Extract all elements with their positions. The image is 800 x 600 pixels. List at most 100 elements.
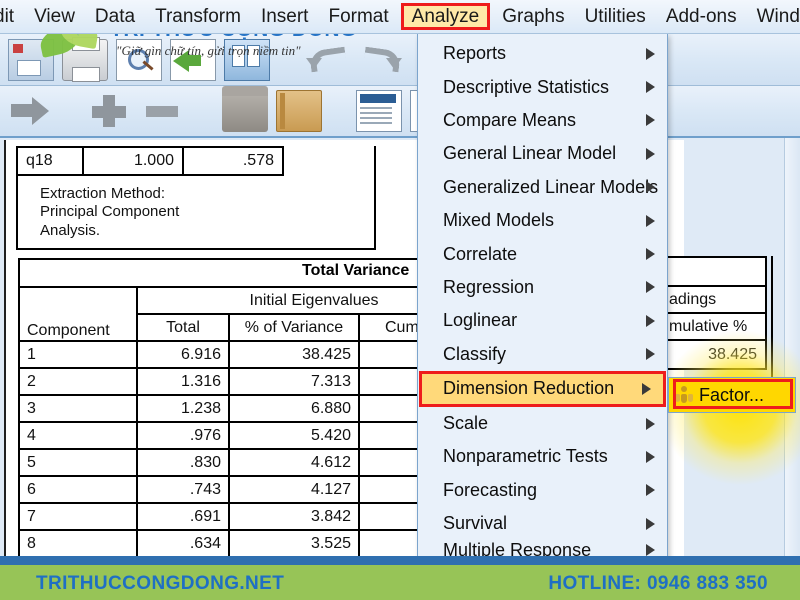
cell-pct-variance: 4.612 — [228, 448, 360, 477]
book-icon[interactable] — [276, 90, 322, 132]
menubar-item-graphs[interactable]: Graphs — [492, 5, 574, 28]
extraction-sums-table-fragment: adings mulative % 38.425 — [663, 256, 767, 370]
chevron-right-icon — [646, 450, 655, 463]
print-icon[interactable] — [62, 36, 108, 82]
menu-item-descriptive-statistics[interactable]: Descriptive Statistics — [418, 70, 667, 103]
dialog-recall-icon[interactable] — [222, 86, 268, 132]
menu-item-correlate[interactable]: Correlate — [418, 237, 667, 270]
factor-icon — [675, 386, 693, 404]
submenu-item-factor[interactable]: Factor... — [669, 378, 795, 412]
menubar-item-format[interactable]: Format — [318, 5, 398, 28]
menubar-item-label: Insert — [260, 6, 309, 27]
vertical-scrollbar[interactable] — [784, 138, 800, 556]
print-preview-icon[interactable] — [116, 38, 162, 81]
header-component: Component — [18, 286, 138, 342]
menubar-item-analyze[interactable]: Analyze — [400, 3, 491, 30]
cell-pct-variance: 5.420 — [228, 421, 360, 450]
toolbar-row-2 — [0, 86, 800, 138]
menu-item-reports[interactable]: Reports — [418, 37, 667, 70]
header-total: Total — [136, 313, 230, 342]
undo-icon[interactable] — [304, 39, 350, 81]
spss-output-window: dit View Data Transform Insert Format An… — [0, 0, 800, 600]
menu-item-label: Dimension Reduction — [443, 378, 615, 399]
cell-pct-variance: 6.880 — [228, 394, 360, 423]
cell-component: 3 — [18, 394, 138, 423]
menu-item-general-linear-model[interactable]: General Linear Model — [418, 137, 667, 170]
menubar-item-label: Data — [94, 6, 136, 27]
menubar-item-data[interactable]: Data — [85, 5, 145, 28]
menu-item-regression[interactable]: Regression — [418, 271, 667, 304]
cell-component: 5 — [18, 448, 138, 477]
cell-component: 4 — [18, 421, 138, 450]
menubar-item-window[interactable]: Window — [747, 5, 800, 28]
chevron-right-icon — [646, 417, 655, 430]
menu-item-label: Reports — [443, 43, 507, 64]
cell-component: 2 — [18, 367, 138, 396]
cell-component: 1 — [18, 340, 138, 369]
extraction-method-note: Extraction Method: Principal Component A… — [40, 185, 180, 239]
cell-component: 6 — [18, 475, 138, 504]
menubar-item-label: Analyze — [411, 6, 480, 27]
menubar-item-label: Format — [328, 6, 389, 27]
menu-item-compare-means[interactable]: Compare Means — [418, 104, 667, 137]
chevron-right-icon — [646, 114, 655, 127]
menu-item-survival[interactable]: Survival — [418, 507, 667, 540]
toolbar-row-1 — [0, 34, 800, 86]
cell-component: 8 — [18, 529, 138, 558]
cell-total: 6.916 — [136, 340, 230, 369]
menu-item-label: Forecasting — [443, 479, 538, 500]
menu-item-label: Compare Means — [443, 109, 577, 130]
cell-pct-variance: 7.313 — [228, 367, 360, 396]
menubar-item-transform[interactable]: Transform — [145, 5, 251, 28]
menu-bar: dit View Data Transform Insert Format An… — [0, 0, 800, 34]
redo-icon[interactable] — [358, 39, 404, 81]
menubar-item-insert[interactable]: Insert — [251, 5, 319, 28]
menu-item-forecasting[interactable]: Forecasting — [418, 474, 667, 507]
chevron-right-icon — [642, 382, 651, 395]
menu-item-label: General Linear Model — [443, 143, 617, 164]
analyze-dropdown-menu: Reports Descriptive Statistics Compare M… — [417, 34, 668, 562]
menu-item-label: Classify — [443, 343, 507, 364]
chevron-right-icon — [646, 517, 655, 530]
save-icon[interactable] — [8, 38, 54, 81]
export-icon[interactable] — [224, 38, 270, 81]
cell-total: 1.316 — [136, 367, 230, 396]
fragment-group-header: adings — [665, 287, 765, 314]
menubar-item-edit[interactable]: dit — [0, 5, 24, 28]
communalities-extraction: .578 — [182, 146, 284, 176]
menu-item-dimension-reduction[interactable]: Dimension Reduction — [419, 370, 666, 407]
menu-item-loglinear[interactable]: Loglinear — [418, 304, 667, 337]
menubar-item-label: Graphs — [502, 6, 565, 27]
goto-data-icon[interactable] — [8, 90, 54, 132]
cell-pct-variance: 3.525 — [228, 529, 360, 558]
chevron-right-icon — [646, 81, 655, 94]
menubar-item-view[interactable]: View — [24, 5, 85, 28]
menu-item-label: Nonparametric Tests — [443, 446, 608, 467]
menubar-item-utilities[interactable]: Utilities — [575, 5, 656, 28]
menu-item-generalized-linear-models[interactable]: Generalized Linear Models — [418, 171, 667, 204]
menu-item-label: Survival — [443, 513, 508, 534]
menu-item-mixed-models[interactable]: Mixed Models — [418, 204, 667, 237]
chevron-right-icon — [646, 147, 655, 160]
table-row: q18 1.000 .578 — [16, 146, 284, 176]
chevron-right-icon — [646, 248, 655, 261]
import-data-icon[interactable] — [170, 38, 216, 81]
chevron-right-icon — [646, 281, 655, 294]
chevron-right-icon — [646, 348, 655, 361]
menubar-item-label: View — [34, 6, 75, 27]
cell-total: .743 — [136, 475, 230, 504]
chevron-right-icon — [646, 314, 655, 327]
cell-total: 1.238 — [136, 394, 230, 423]
insert-case-icon[interactable] — [88, 90, 134, 132]
menu-item-scale[interactable]: Scale — [418, 407, 667, 440]
menu-item-label: Correlate — [443, 243, 518, 264]
menubar-item-addons[interactable]: Add-ons — [656, 5, 747, 28]
cell-total: .830 — [136, 448, 230, 477]
footer-accent-bar — [0, 556, 800, 565]
menu-item-nonparametric-tests[interactable]: Nonparametric Tests — [418, 440, 667, 473]
fragment-value: 38.425 — [665, 341, 765, 368]
menu-item-classify[interactable]: Classify — [418, 338, 667, 371]
remove-case-icon[interactable] — [142, 90, 188, 132]
insert-text-icon[interactable] — [356, 90, 402, 132]
submenu-item-label: Factor... — [699, 384, 765, 405]
